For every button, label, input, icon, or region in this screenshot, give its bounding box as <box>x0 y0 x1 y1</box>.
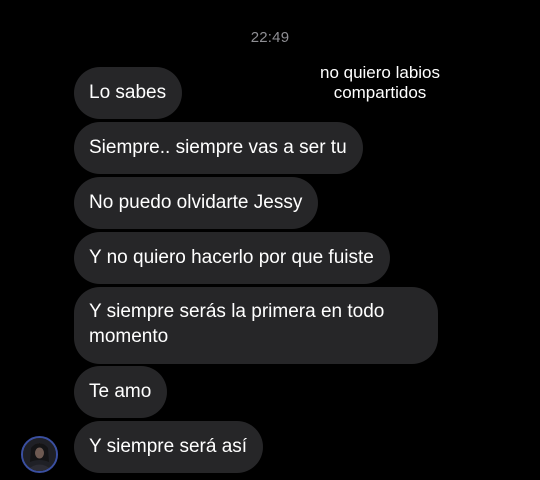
message-timestamp: 22:49 <box>250 29 290 46</box>
message-bubble-1[interactable]: Lo sabes <box>74 67 183 119</box>
avatar-silhouette-icon <box>23 438 56 471</box>
overlay-caption: no quiero labios compartidos <box>319 63 441 102</box>
message-bubble-5[interactable]: Y siempre serás la primera en todo momen… <box>74 287 438 364</box>
message-bubble-2[interactable]: Siempre.. siempre vas a ser tu <box>74 122 363 174</box>
message-bubble-7[interactable]: Y siempre será así <box>74 421 264 473</box>
message-bubble-6[interactable]: Te amo <box>74 366 168 418</box>
message-bubble-3[interactable]: No puedo olvidarte Jessy <box>74 177 319 229</box>
sender-avatar-icon[interactable] <box>21 436 58 473</box>
message-bubble-4[interactable]: Y no quiero hacerlo por que fuiste <box>74 232 390 284</box>
